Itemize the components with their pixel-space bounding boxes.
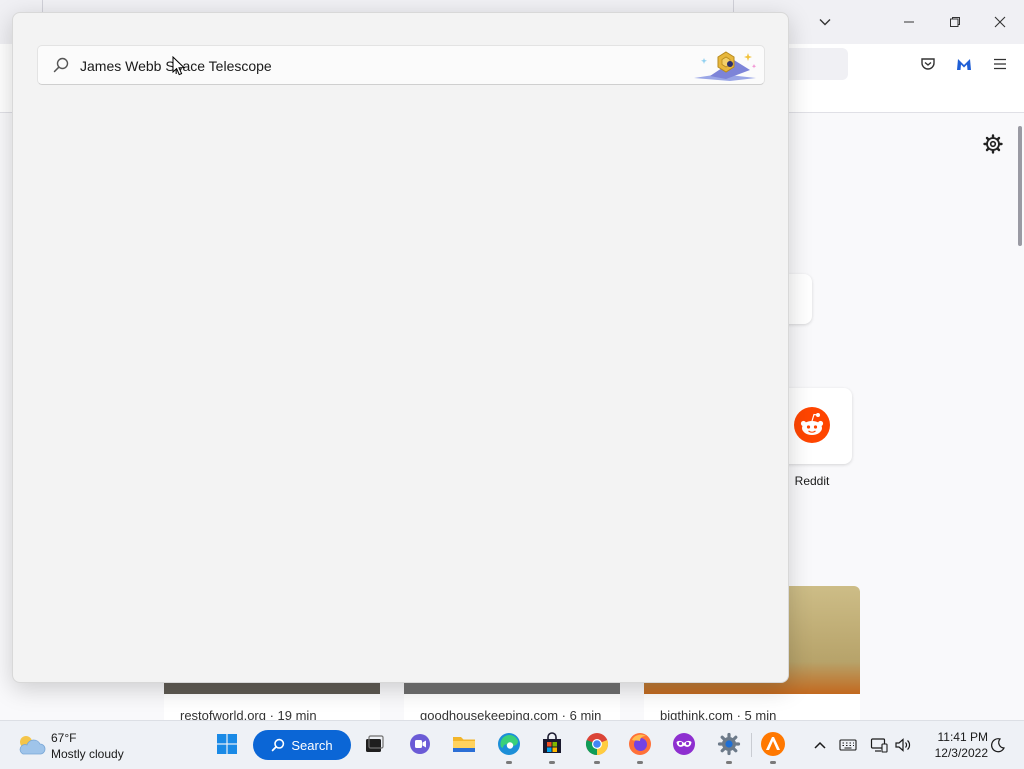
task-view-icon — [366, 735, 384, 752]
settings-gear-icon — [717, 732, 741, 756]
search-highlight-telescope-icon — [694, 51, 757, 81]
restore-icon — [950, 17, 960, 27]
minimize-icon — [904, 21, 914, 23]
search-icon — [53, 57, 69, 73]
show-hidden-icons-button[interactable] — [810, 735, 830, 755]
search-input[interactable] — [78, 52, 682, 80]
running-indicator — [770, 761, 776, 764]
system-clock[interactable]: 11:41 PM 12/3/2022 — [918, 729, 988, 761]
cloud-icon — [19, 736, 46, 755]
weather-temperature: 67°F — [51, 731, 77, 745]
network-button[interactable] — [869, 735, 889, 755]
app-menu-button[interactable] — [988, 52, 1012, 76]
teams-chat-button[interactable] — [407, 731, 433, 757]
running-indicator — [594, 761, 600, 764]
malwarebytes-extension-button[interactable] — [952, 52, 976, 76]
taskbar: 67°F Mostly cloudy Search 11:41 PM 12/3/… — [0, 720, 1024, 769]
story-source: bigthink.com · 5 min — [660, 708, 777, 720]
focus-assist-button[interactable] — [988, 735, 1008, 755]
windows-search-flyout — [12, 12, 789, 683]
search-box[interactable] — [37, 45, 765, 85]
moon-icon — [991, 738, 1005, 753]
hamburger-menu-icon — [994, 58, 1006, 70]
close-button[interactable] — [986, 8, 1014, 36]
start-button[interactable] — [214, 731, 240, 757]
folder-icon — [453, 737, 475, 752]
network-icon — [870, 738, 888, 753]
search-button-label: Search — [291, 737, 333, 753]
store-icon — [543, 732, 561, 753]
running-indicator — [637, 761, 643, 764]
touch-keyboard-button[interactable] — [838, 735, 858, 755]
story-source: goodhousekeeping.com · 6 min — [420, 708, 602, 720]
list-all-tabs-button[interactable] — [811, 8, 839, 36]
windows-logo-icon — [217, 734, 237, 754]
reddit-icon — [794, 407, 830, 443]
avast-icon — [761, 732, 785, 756]
volume-button[interactable] — [893, 735, 913, 755]
firefox-button[interactable] — [627, 731, 653, 757]
taskbar-search-button[interactable]: Search — [253, 730, 351, 760]
task-view-button[interactable] — [361, 731, 387, 757]
file-explorer-button[interactable] — [451, 731, 477, 757]
close-icon — [994, 16, 1006, 28]
edge-browser-button[interactable] — [496, 731, 522, 757]
teams-chat-icon — [410, 734, 430, 754]
settings-button[interactable] — [716, 731, 742, 757]
pocket-button[interactable] — [916, 52, 940, 76]
running-indicator — [506, 761, 512, 764]
running-indicator — [726, 761, 732, 764]
page-scrollbar[interactable] — [1018, 126, 1022, 246]
clock-time: 11:41 PM — [937, 730, 988, 744]
taskbar-separator — [751, 733, 752, 757]
search-icon — [272, 738, 285, 752]
story-source: restofworld.org · 19 min — [180, 708, 317, 720]
chrome-button[interactable] — [584, 731, 610, 757]
clock-date: 12/3/2022 — [934, 746, 988, 760]
chevron-up-icon — [814, 741, 826, 749]
malwarebytes-icon — [957, 59, 971, 70]
keyboard-icon — [839, 739, 857, 751]
pocket-icon — [921, 58, 935, 70]
weather-condition: Mostly cloudy — [51, 747, 124, 761]
microsoft-store-button[interactable] — [539, 731, 565, 757]
running-indicator — [549, 761, 555, 764]
mouse-pointer-icon — [172, 56, 186, 76]
avast-button[interactable] — [760, 731, 786, 757]
weather-widget[interactable]: 67°F Mostly cloudy — [16, 729, 166, 761]
speaker-icon — [895, 738, 911, 752]
restore-button[interactable] — [941, 8, 969, 36]
chevron-down-icon — [819, 19, 831, 26]
private-browsing-button[interactable] — [671, 731, 697, 757]
minimize-button[interactable] — [895, 8, 923, 36]
personalize-new-tab-button[interactable] — [982, 133, 1004, 155]
chrome-icon — [585, 733, 609, 756]
private-mask-icon — [673, 733, 695, 755]
firefox-icon — [629, 733, 651, 755]
url-bar[interactable] — [780, 48, 848, 80]
edge-icon — [498, 733, 520, 755]
gear-icon — [983, 134, 1003, 154]
